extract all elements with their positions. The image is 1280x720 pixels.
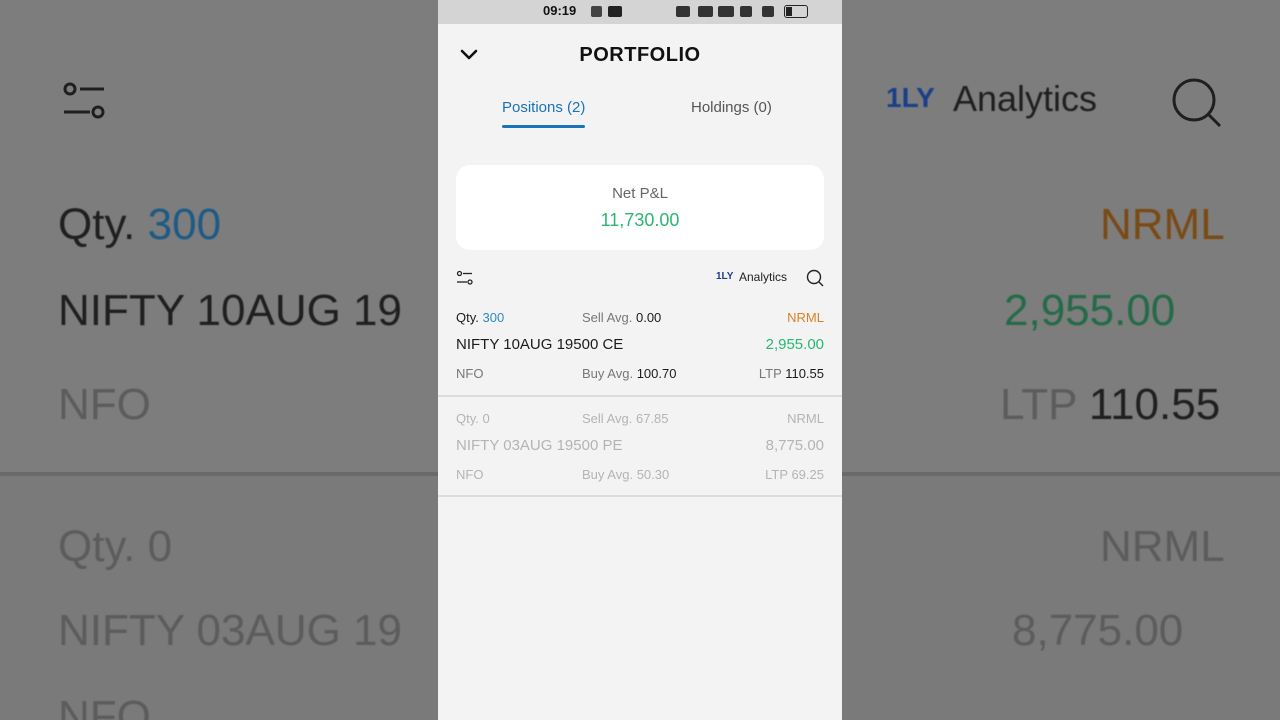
symbol: NIFTY 10AUG 19: [58, 286, 402, 335]
net-pnl-card: Net P&L 11,730.00: [456, 165, 824, 250]
ltp-text: LTP 110.55: [758, 366, 824, 381]
symbol: NIFTY 03AUG 19500 PE: [456, 437, 623, 454]
position-row[interactable]: Qty. 300 Sell Avg. 0.00 NRML NIFTY 10AUG…: [438, 302, 842, 402]
phone-screen: 09:19 PORTFOLIO Positions (2) Holdings (…: [438, 0, 842, 720]
qty-label: Qty. 300: [58, 200, 222, 249]
search-icon[interactable]: [806, 269, 824, 287]
search-icon: [1172, 78, 1222, 128]
mute-icon: [676, 6, 690, 17]
page-title: PORTFOLIO: [579, 44, 701, 66]
buy-avg-text: Buy Avg. 50.30: [582, 467, 670, 482]
tab-holdings[interactable]: Holdings (0): [691, 99, 772, 116]
exchange: NFO: [456, 467, 484, 482]
buy-avg-text: Buy Avg. 100.70: [582, 366, 677, 381]
pnl-value: 2,955.00: [1004, 286, 1176, 335]
exchange: NFO: [58, 380, 151, 429]
active-tab-indicator: [502, 125, 586, 128]
notification-icon: [608, 6, 622, 17]
signal-icon: [762, 6, 774, 17]
divider: [438, 395, 842, 397]
positions-toolbar: 1LY Analytics: [438, 266, 842, 290]
product-badge: NRML: [787, 411, 824, 426]
product-badge: NRML: [787, 310, 824, 325]
logo[interactable]: 1LY: [716, 271, 733, 282]
notification-icon: [591, 6, 602, 17]
divider: [438, 495, 842, 497]
battery-icon: [784, 5, 808, 18]
sell-avg-text: Sell Avg. 0.00: [582, 310, 662, 325]
qty-label: Qty. 0: [58, 522, 173, 571]
pnl-value: 8,775.00: [765, 437, 824, 454]
pnl-value: 8,775.00: [1012, 606, 1184, 655]
qty-text: Qty. 300: [456, 310, 505, 325]
symbol: NIFTY 03AUG 19: [58, 606, 402, 655]
exchange: NFO: [456, 366, 484, 381]
tab-label: Holdings (0): [691, 99, 772, 116]
status-time: 09:19: [543, 3, 577, 18]
product-label: NRML: [1100, 200, 1225, 249]
exchange: NFO: [58, 692, 151, 720]
header: PORTFOLIO: [438, 24, 842, 86]
sell-avg-text: Sell Avg. 67.85: [582, 411, 669, 426]
call-icon: [718, 6, 734, 17]
analytics-label: Analytics: [953, 78, 1098, 119]
pnl-value: 2,955.00: [765, 336, 824, 353]
analytics-button[interactable]: Analytics: [739, 270, 787, 284]
product-label: NRML: [1100, 522, 1225, 571]
logo: 1LY: [886, 82, 935, 113]
ltp-text: LTP 69.25: [765, 467, 824, 482]
symbol: NIFTY 10AUG 19500 CE: [456, 336, 624, 353]
tab-label: Positions (2): [502, 99, 586, 116]
net-pnl-label: Net P&L: [612, 185, 668, 202]
wifi-icon: [698, 6, 713, 17]
filter-icon[interactable]: [456, 270, 474, 286]
position-row[interactable]: Qty. 0 Sell Avg. 67.85 NRML NIFTY 03AUG …: [438, 403, 842, 503]
net-pnl-value: 11,730.00: [600, 210, 680, 230]
tab-positions[interactable]: Positions (2): [502, 99, 586, 128]
signal-icon: [740, 6, 752, 17]
tab-bar: Positions (2) Holdings (0): [438, 86, 842, 142]
ltp-text: LTP 110.55: [1000, 380, 1221, 429]
filter-icon: [63, 82, 105, 119]
status-bar: 09:19: [438, 0, 842, 24]
qty-text: Qty. 0: [456, 411, 490, 426]
